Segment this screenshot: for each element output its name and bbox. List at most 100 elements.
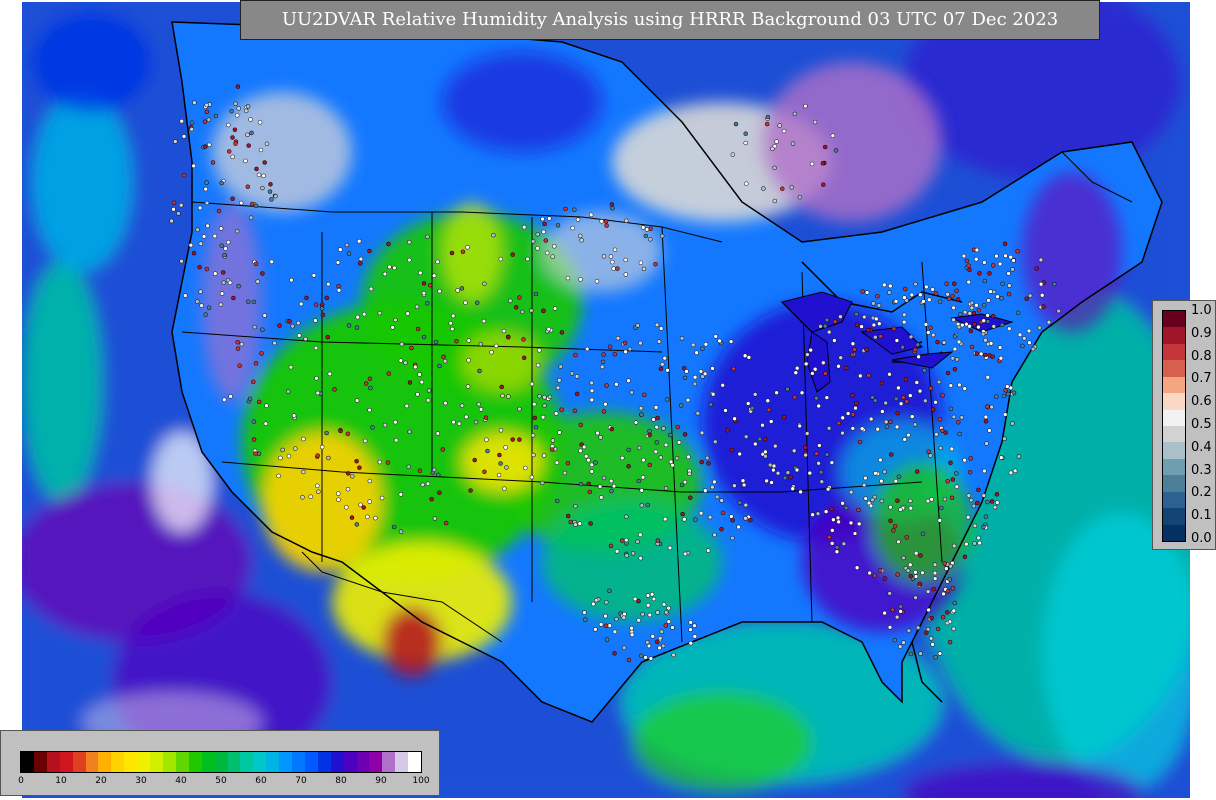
station-dot <box>982 468 987 474</box>
station-dot <box>670 625 675 630</box>
station-dot <box>859 426 865 431</box>
station-dot <box>737 451 742 457</box>
station-dot <box>1012 468 1018 474</box>
station-dot <box>854 565 860 570</box>
station-dot <box>377 310 383 316</box>
station-dot <box>944 620 950 626</box>
station-dot <box>720 510 726 516</box>
station-dot <box>654 424 659 430</box>
station-dot <box>997 345 1003 350</box>
station-dot <box>441 354 446 360</box>
station-dot <box>799 390 805 396</box>
station-dot <box>952 346 958 352</box>
station-dot <box>614 382 619 387</box>
station-dot <box>647 428 652 434</box>
station-dot <box>326 455 331 461</box>
station-dot <box>840 415 845 421</box>
station-dot <box>1005 384 1010 389</box>
station-dot <box>898 507 903 512</box>
station-dot <box>573 503 578 509</box>
station-dot <box>449 250 455 256</box>
station-dot <box>510 252 515 257</box>
station-dot <box>924 630 929 635</box>
station-dot <box>977 271 982 276</box>
station-dot <box>948 460 953 466</box>
station-dot <box>952 334 958 339</box>
station-dot <box>647 462 653 468</box>
station-dot <box>902 295 907 300</box>
station-dot <box>913 574 919 579</box>
humidity-colorbar-segment <box>395 752 409 772</box>
station-dot <box>356 238 362 244</box>
station-dot <box>432 516 438 521</box>
station-dot <box>611 483 617 489</box>
station-dot <box>547 216 552 221</box>
station-dot <box>895 410 900 416</box>
station-dot <box>864 290 870 295</box>
station-dot <box>803 445 808 450</box>
station-dot <box>938 445 943 451</box>
station-dot <box>354 522 360 527</box>
station-dot <box>803 361 809 367</box>
station-dot <box>338 247 343 252</box>
station-dot <box>425 398 431 403</box>
station-colorbar-label: 0.4 <box>1191 439 1212 455</box>
station-dot <box>856 521 862 527</box>
station-dot <box>968 497 974 503</box>
station-dot <box>611 266 616 271</box>
station-dot <box>450 313 456 319</box>
station-dot <box>933 291 939 296</box>
station-dot <box>810 371 815 376</box>
station-dot <box>379 495 385 501</box>
station-dot <box>1015 310 1021 316</box>
station-dot <box>713 334 718 339</box>
station-dot <box>986 298 991 303</box>
station-dot <box>761 186 766 191</box>
station-dot <box>822 144 828 150</box>
station-dot <box>826 329 832 335</box>
station-colorbar-segment <box>1163 376 1185 394</box>
station-dot <box>1007 283 1012 288</box>
station-dot <box>951 626 956 632</box>
station-dot <box>405 311 410 316</box>
station-dot <box>909 414 915 419</box>
station-dot <box>706 461 711 466</box>
station-dot <box>280 447 285 453</box>
station-dot <box>764 478 769 484</box>
station-dot <box>999 296 1004 301</box>
station-dot <box>692 623 697 628</box>
station-colorbar-segment <box>1163 409 1185 427</box>
station-dot <box>730 518 735 523</box>
station-dot <box>648 237 653 242</box>
station-dot <box>368 385 373 391</box>
station-dot <box>355 314 360 320</box>
station-dot <box>945 370 951 376</box>
station-dot <box>604 637 610 642</box>
station-dot <box>836 519 841 525</box>
station-colorbar-label: 0.9 <box>1191 325 1212 341</box>
station-dot <box>450 326 455 332</box>
station-dot <box>610 259 615 265</box>
station-dot <box>173 139 178 144</box>
station-dot <box>575 217 581 222</box>
station-dot <box>956 420 961 425</box>
station-dot <box>772 165 777 171</box>
station-dot <box>639 503 645 508</box>
station-dot <box>901 640 906 645</box>
station-dot <box>345 486 351 492</box>
station-dot <box>1006 291 1012 297</box>
station-dot <box>888 419 893 425</box>
station-dot <box>261 173 266 179</box>
station-dot <box>942 561 947 566</box>
station-dot <box>976 324 981 330</box>
station-dot <box>844 365 849 371</box>
station-dot <box>862 314 867 320</box>
station-dot <box>502 486 507 491</box>
station-dot <box>665 368 670 373</box>
station-dot <box>623 257 628 263</box>
station-dot <box>404 403 410 409</box>
station-dot <box>878 457 883 463</box>
station-dot <box>554 460 560 465</box>
station-dot <box>895 498 900 503</box>
station-dot <box>624 537 629 543</box>
